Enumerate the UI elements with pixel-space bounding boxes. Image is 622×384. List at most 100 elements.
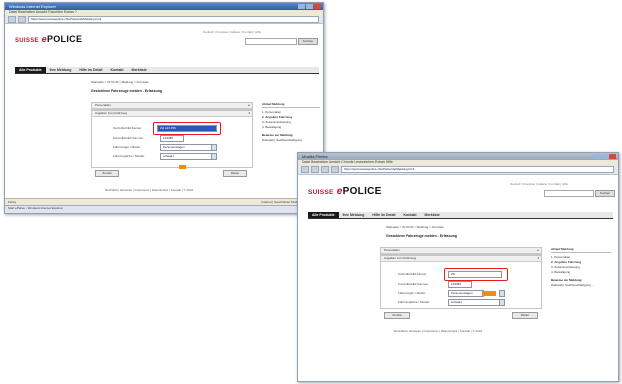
back-panel-head-2[interactable]: Angaben zum Fahrzeug ▾ [92, 111, 252, 117]
back-status-bar: Fertig Internet | Geschützter Modus: Ina… [5, 198, 323, 205]
back-panel2-title: Angaben zum Fahrzeug [95, 111, 128, 115]
front-field-input-4[interactable]: schwarz [448, 299, 500, 306]
front-address-field[interactable]: https://www.suissepolice.ch/ePolice/de/M… [341, 166, 614, 173]
back-field-label-2: Kontrollschild Nummer: [113, 136, 145, 140]
front-panel1-title: Personalien [384, 248, 400, 252]
expand-icon[interactable]: ▸ [537, 248, 539, 253]
back-sidebar-item[interactable]: 4. Bestätigung [262, 125, 320, 129]
front-field-input-3[interactable]: Personenwagen [448, 290, 484, 297]
front-sidebar-item[interactable]: 4. Bestätigung [551, 270, 611, 274]
front-sidebar-item[interactable]: 1. Personalien [551, 255, 611, 259]
back-highlight-ring [153, 122, 221, 135]
back-sidebar-heading: Ablauf Meldung [262, 102, 320, 108]
back-sidebar-heading-2: Beweise zur Meldung [262, 133, 293, 137]
front-footer-links[interactable]: Rechtliche Hinweise | Impressum | Datens… [394, 329, 482, 333]
front-title-bar[interactable]: Mozilla Firefox [298, 153, 618, 160]
back-sidebar-item[interactable]: 3. Zusammenfassung [262, 120, 320, 124]
back-search-input[interactable] [245, 38, 297, 45]
minimize-icon[interactable] [593, 154, 600, 159]
front-page: SUISSE ePOLICE Deutsch | Français | Ital… [298, 176, 618, 381]
front-search-button[interactable]: Suchen [595, 190, 615, 197]
back-field-spinner-3[interactable] [211, 144, 217, 151]
back-panel1-title: Personalien [95, 103, 111, 107]
front-panel-personalien[interactable]: Personalien ▸ [380, 247, 542, 255]
front-window-title: Mozilla Firefox [302, 154, 328, 159]
front-logo: SUISSE ePOLICE [308, 186, 382, 197]
tab-1[interactable]: Alle Produkte [308, 212, 339, 218]
back-field-spinner-4[interactable] [211, 153, 217, 160]
front-field-label-1: Kontrollschild Kanton: [398, 272, 428, 276]
home-icon[interactable] [331, 166, 339, 173]
back-section-title: Gestohlene Fahrzeuge melden - Erfassung [91, 89, 162, 93]
back-sidebar-item[interactable]: 1. Personalien [262, 110, 320, 114]
reload-icon[interactable] [321, 166, 329, 173]
front-search-input[interactable] [544, 190, 594, 197]
forward-arrow-icon[interactable] [311, 166, 319, 173]
close-icon[interactable] [314, 4, 321, 9]
back-field-label-1: Kontrollschild Kanton: [113, 126, 143, 130]
front-field-spinner-3[interactable] [499, 290, 505, 297]
back-page: SUISSE ePOLICE Deutsch | Français | Ital… [5, 24, 323, 207]
back-arrow-icon[interactable] [301, 166, 309, 173]
maximize-icon[interactable] [601, 154, 608, 159]
back-field-input-4[interactable]: schwarz [160, 153, 212, 160]
maximize-icon[interactable] [306, 4, 313, 9]
tab-5[interactable]: Merkliste [421, 212, 444, 218]
back-sidebar-item[interactable]: 2. Angaben Fahrzeug [262, 115, 320, 119]
forward-arrow-icon[interactable] [18, 15, 26, 23]
back-window-controls [298, 4, 321, 9]
front-zurueck-button[interactable]: Zurück [384, 312, 410, 319]
front-field-spinner-4[interactable] [499, 299, 505, 306]
front-panel-head-2[interactable]: Angaben zum Fahrzeug ▾ [381, 256, 541, 262]
back-breadcrumb[interactable]: Startseite > Ihr Profil > Meldung > Form… [91, 80, 149, 84]
front-weiter-button[interactable]: Weiter [512, 312, 538, 319]
front-sidebar-item[interactable]: 3. Zusammenfassung [551, 265, 611, 269]
front-browser-window: Mozilla Firefox Datei Bearbeiten Ansicht… [297, 152, 619, 382]
tab-4[interactable]: Kontakt [400, 212, 421, 218]
back-arrow-icon[interactable] [8, 15, 16, 23]
front-sidebar-heading: Ablauf Meldung [551, 247, 611, 253]
close-icon[interactable] [609, 154, 616, 159]
minimize-icon[interactable] [298, 4, 305, 9]
back-nav-bar: https://www.suissepolice.ch/ePolice/de/M… [5, 15, 323, 24]
tab-3[interactable]: Hilfe im Detail [75, 67, 106, 73]
status-text: Fertig [8, 200, 16, 204]
collapse-icon[interactable]: ▾ [248, 111, 250, 116]
front-panel2-title: Angaben zum Fahrzeug [384, 256, 417, 260]
front-top-links[interactable]: Deutsch | Français | Italiano | Kontakt … [510, 182, 568, 186]
back-field-input-3[interactable]: Personenwagen [160, 144, 212, 151]
back-search-button[interactable]: Suchen [298, 38, 318, 45]
back-sidebar: Ablauf Meldung 1. Personalien 2. Angaben… [262, 102, 320, 143]
back-field-input-2[interactable]: 123456 [160, 135, 184, 142]
back-zurueck-button[interactable]: Zurück [95, 170, 119, 177]
front-sidebar-text[interactable]: Diebstahl, Sachbeschädigung ... [551, 283, 611, 287]
tab-2[interactable]: Ihre Meldung [46, 67, 76, 73]
back-marker [179, 165, 186, 169]
front-sidebar-item[interactable]: 2. Angaben Fahrzeug [551, 260, 611, 264]
front-main-tabs: Alle Produkte Ihre Meldung Hilfe im Detail… [308, 212, 613, 219]
tab-1[interactable]: Alle Produkte [15, 67, 46, 73]
back-top-links[interactable]: Deutsch | Français | Italiano | Kontakt … [203, 30, 261, 34]
back-weiter-button[interactable]: Weiter [223, 170, 247, 177]
logo-suisse: SUISSE [308, 189, 334, 196]
back-logo: SUISSE ePOLICE [15, 34, 82, 44]
front-field-input-2[interactable]: 123456 [448, 281, 472, 288]
tab-5[interactable]: Merkliste [128, 67, 151, 73]
back-title-bar[interactable]: Windows Internet Explorer [5, 3, 323, 10]
tab-4[interactable]: Kontakt [107, 67, 128, 73]
collapse-icon[interactable]: ▾ [537, 256, 539, 261]
back-panel-personalien[interactable]: Personalien ▸ [91, 102, 253, 110]
logo-police: POLICE [342, 186, 382, 197]
tab-2[interactable]: Ihre Meldung [339, 212, 369, 218]
back-address-field[interactable]: https://www.suissepolice.ch/ePolice/de/M… [28, 15, 319, 23]
back-window-title: Windows Internet Explorer [9, 4, 56, 9]
front-breadcrumb[interactable]: Startseite > Ihr Profil > Meldung > Form… [386, 225, 444, 229]
front-field-label-4: Fahrzeugfarbe / Modell: [398, 300, 430, 304]
back-taskbar[interactable]: Start ePolice - Windows Internet Explore… [5, 205, 323, 213]
expand-icon[interactable]: ▸ [248, 103, 250, 108]
back-sidebar-text[interactable]: Diebstahl, Sachbeschädigung ... [262, 138, 320, 142]
back-footer-links[interactable]: Rechtliche Hinweise | Impressum | Datens… [105, 188, 193, 192]
logo-police: POLICE [46, 34, 83, 44]
tab-3[interactable]: Hilfe im Detail [368, 212, 399, 218]
front-window-controls [593, 154, 616, 159]
